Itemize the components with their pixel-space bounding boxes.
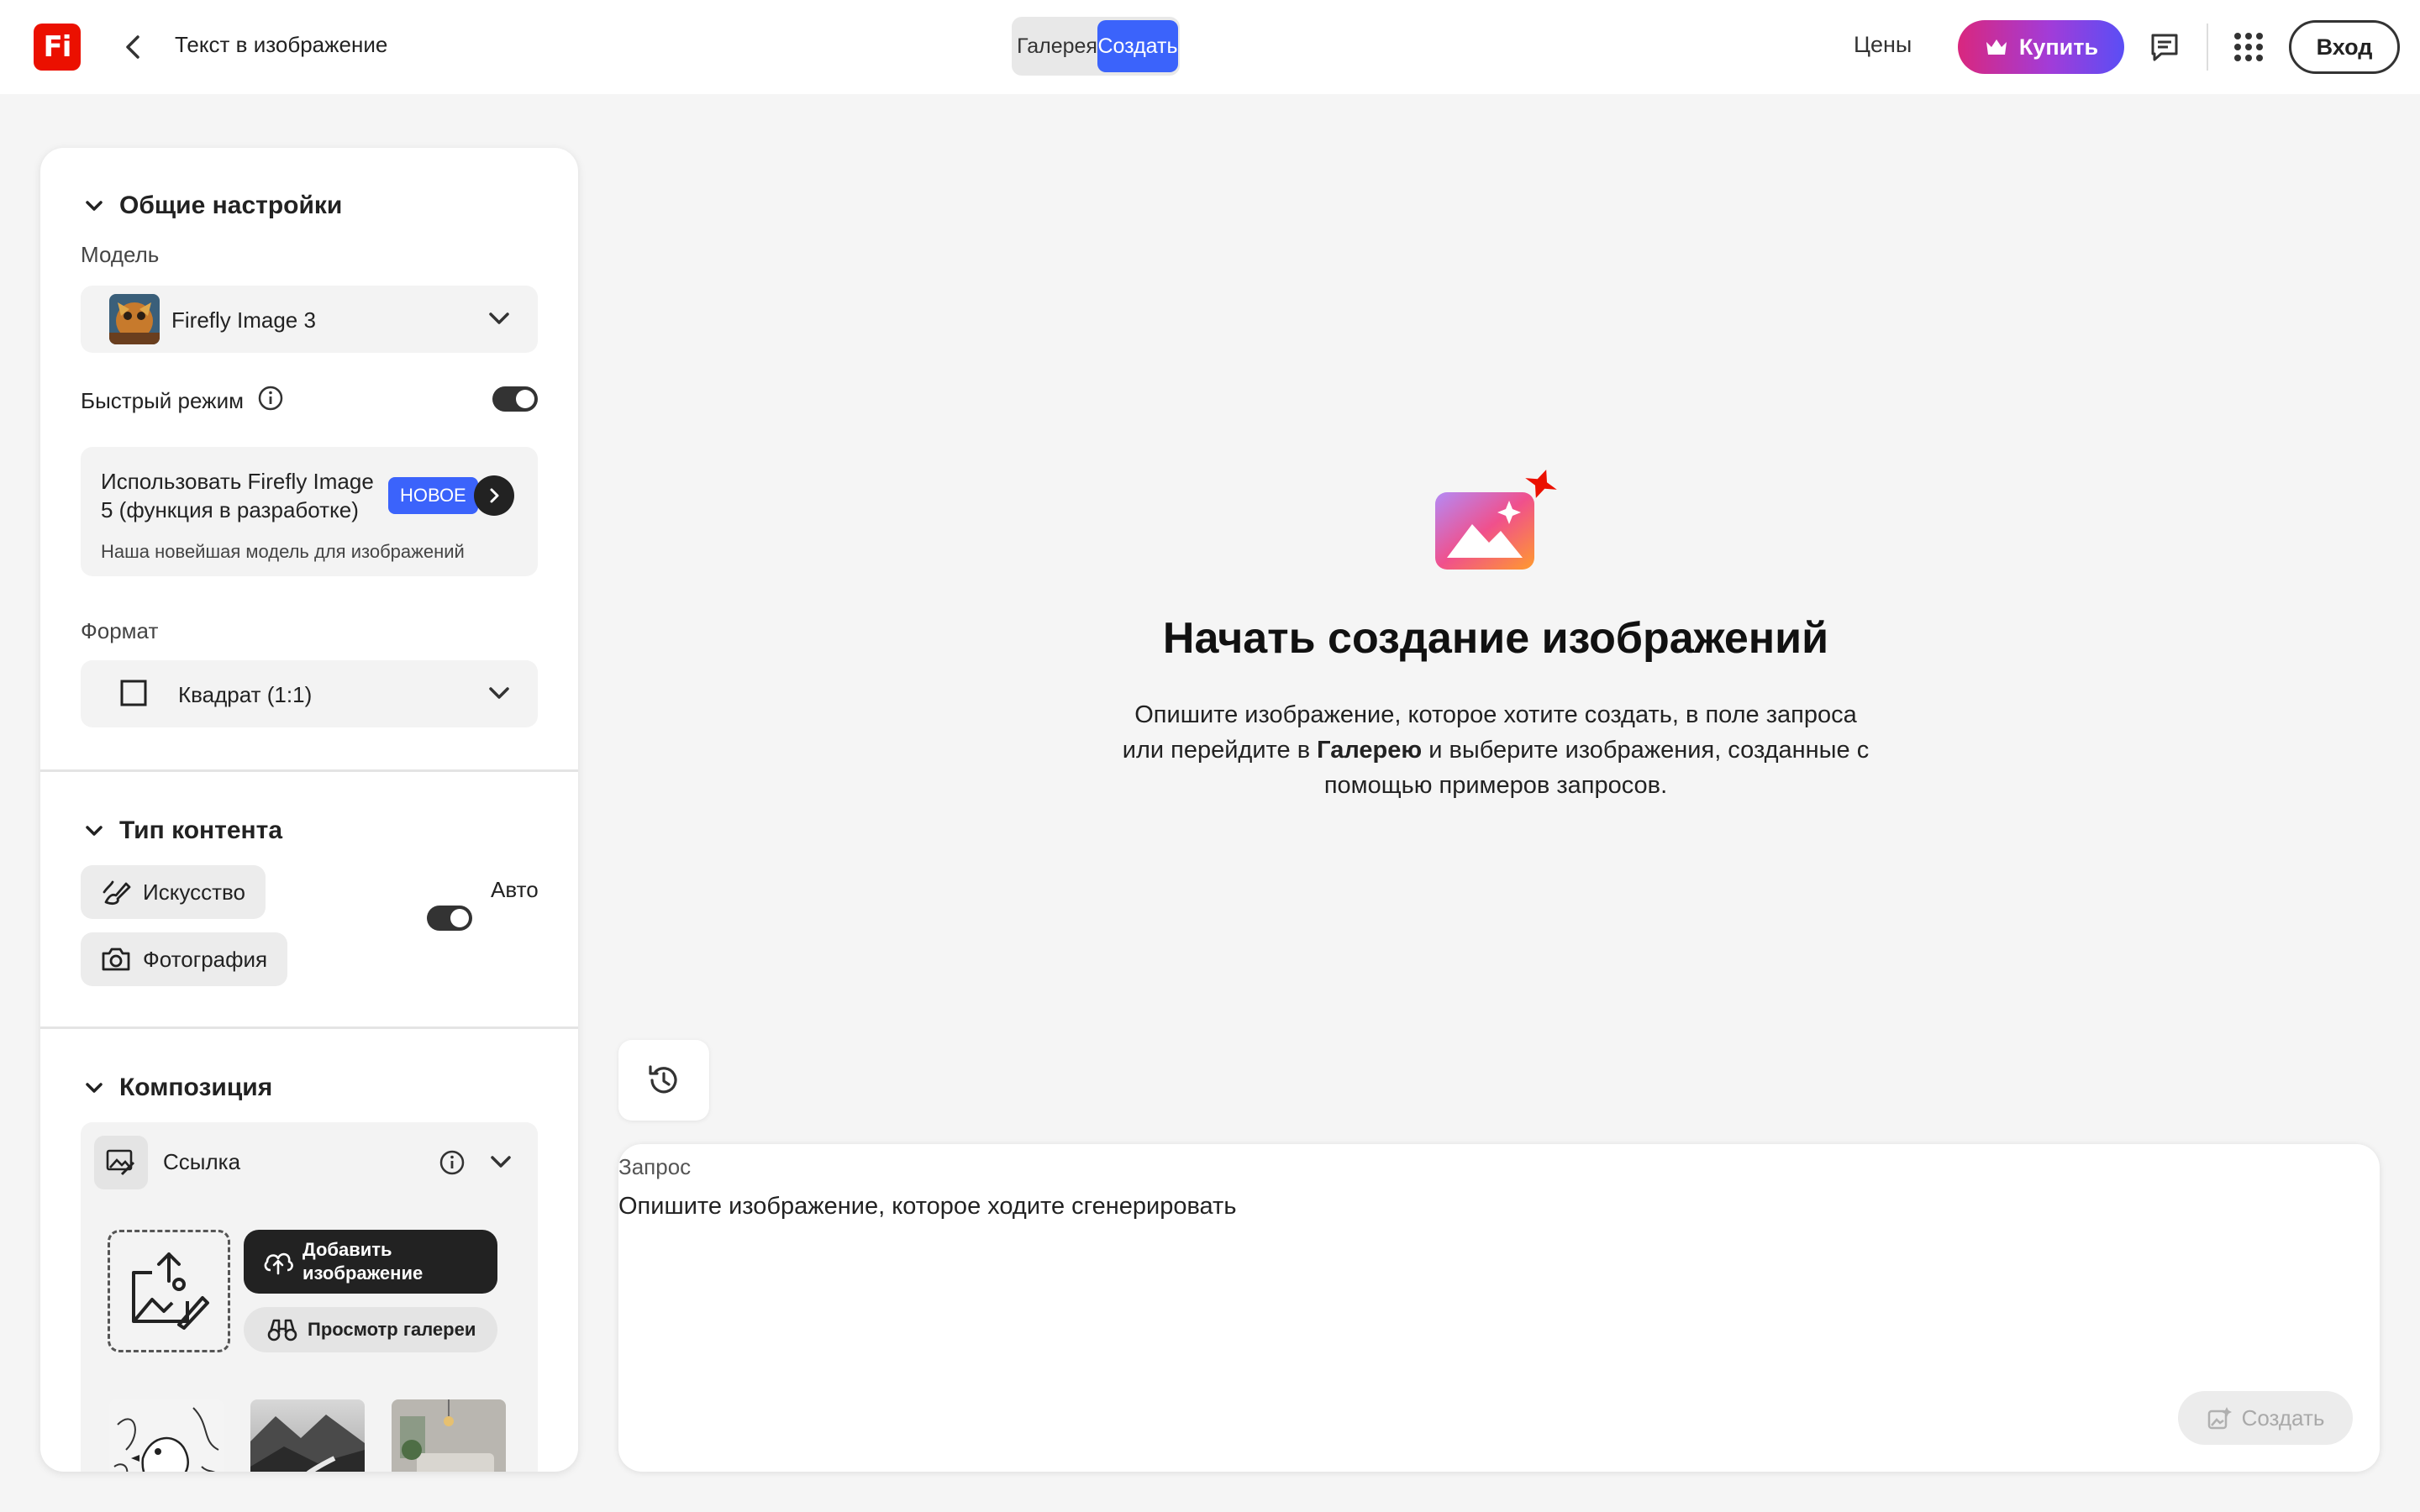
content-type-title: Тип контента: [119, 816, 283, 844]
model-label: Модель: [81, 242, 160, 267]
browse-gallery-button[interactable]: Просмотр галереи: [244, 1307, 497, 1352]
page-title: Текст в изображение: [175, 32, 388, 57]
reference-icon: [94, 1136, 148, 1189]
prompt-area[interactable]: Запрос Опишите изображение, которое ходи…: [618, 1144, 2380, 1472]
auto-toggle[interactable]: [427, 906, 472, 931]
prompt-label: Запрос: [618, 1154, 692, 1179]
hero-description: Опишите изображение, которое хотите созд…: [1118, 697, 1874, 803]
settings-panel: Общие настройки Модель Firefly Image 3 Б…: [40, 148, 578, 1472]
tab-gallery[interactable]: Галерея: [1015, 20, 1099, 72]
art-label: Искусство: [143, 879, 245, 905]
firefly-logo[interactable]: Fi: [34, 24, 81, 71]
reference-thumbnail[interactable]: [392, 1399, 506, 1472]
add-image-button[interactable]: Добавить изображение: [244, 1230, 497, 1294]
general-settings-header[interactable]: Общие настройки: [84, 192, 342, 220]
buy-button-label: Купить: [2018, 34, 2099, 60]
topbar-divider: [2207, 24, 2208, 71]
create-button[interactable]: Создать: [2178, 1391, 2353, 1445]
model-dropdown[interactable]: Firefly Image 3: [81, 286, 538, 353]
mode-switch: Галерея Создать: [1012, 17, 1180, 76]
hero-title: Начать создание изображений: [1162, 614, 1829, 663]
buy-button[interactable]: Купить: [1958, 20, 2124, 74]
reference-thumbnail[interactable]: [250, 1399, 365, 1472]
generate-icon: [2207, 1405, 2232, 1431]
model-value: Firefly Image 3: [171, 307, 316, 333]
photo-option[interactable]: Фотография: [81, 932, 288, 986]
hero-image-sparkle-icon: [1428, 465, 1568, 575]
chevron-down-icon: [84, 1078, 104, 1098]
cloud-upload-icon: [262, 1248, 294, 1275]
model-thumbnail: [109, 294, 160, 344]
back-icon[interactable]: [118, 30, 151, 64]
promo-title: Использовать Firefly Image 5 (функция в …: [101, 469, 374, 522]
tab-create[interactable]: Создать: [1097, 20, 1178, 72]
chevron-down-icon: [487, 309, 511, 329]
chevron-down-icon[interactable]: [489, 1152, 513, 1173]
chevron-right-icon[interactable]: [474, 475, 514, 516]
reference-label: Ссылка: [163, 1149, 241, 1174]
section-divider: [40, 1026, 578, 1029]
format-dropdown[interactable]: Квадрат (1:1): [81, 660, 538, 727]
fast-mode-label: Быстрый режим: [81, 388, 244, 413]
gallery-link[interactable]: Галерею: [1317, 737, 1422, 764]
chevron-down-icon: [84, 821, 104, 841]
format-label: Формат: [81, 618, 159, 643]
new-badge: НОВОЕ: [388, 477, 478, 514]
browse-gallery-label: Просмотр галереи: [308, 1319, 476, 1340]
reference-section: Ссылка Добавить изображение Просмотр гал…: [81, 1122, 538, 1472]
reference-thumbnail[interactable]: [109, 1399, 224, 1472]
chevron-down-icon: [84, 196, 104, 216]
composition-title: Композиция: [119, 1074, 273, 1101]
create-button-label: Создать: [2241, 1404, 2325, 1431]
binoculars-icon: [267, 1317, 297, 1342]
photo-label: Фотография: [143, 946, 268, 972]
art-option[interactable]: Искусство: [81, 865, 266, 919]
square-icon: [119, 679, 148, 707]
section-divider: [40, 769, 578, 772]
fast-mode-toggle[interactable]: [492, 386, 538, 412]
history-button[interactable]: [618, 1040, 709, 1121]
info-icon[interactable]: [439, 1149, 466, 1176]
login-button[interactable]: Вход: [2289, 20, 2400, 74]
firefly5-promo[interactable]: Использовать Firefly Image 5 (функция в …: [81, 447, 538, 576]
history-icon: [645, 1062, 682, 1099]
general-settings-title: Общие настройки: [119, 192, 343, 219]
info-icon[interactable]: [257, 385, 284, 412]
upload-image-icon[interactable]: [108, 1230, 230, 1352]
chevron-down-icon: [487, 684, 511, 704]
camera-icon: [101, 946, 131, 973]
add-image-label: Добавить изображение: [302, 1239, 424, 1284]
prompt-input[interactable]: Опишите изображение, которое ходите сген…: [618, 1193, 1236, 1221]
promo-subtitle: Наша новейшая модель для изображений: [101, 541, 465, 562]
content-type-header[interactable]: Тип контента: [84, 816, 282, 845]
art-brush-icon: [101, 877, 131, 907]
composition-header[interactable]: Композиция: [84, 1074, 272, 1102]
format-value: Квадрат (1:1): [178, 682, 313, 707]
chat-icon[interactable]: [2148, 30, 2181, 64]
top-bar: Fi Текст в изображение Галерея Создать Ц…: [0, 0, 2420, 94]
prices-link[interactable]: Цены: [1854, 32, 1912, 58]
apps-grid-icon[interactable]: [2233, 32, 2264, 62]
crown-icon: [1984, 36, 2009, 58]
auto-label: Авто: [491, 877, 539, 902]
